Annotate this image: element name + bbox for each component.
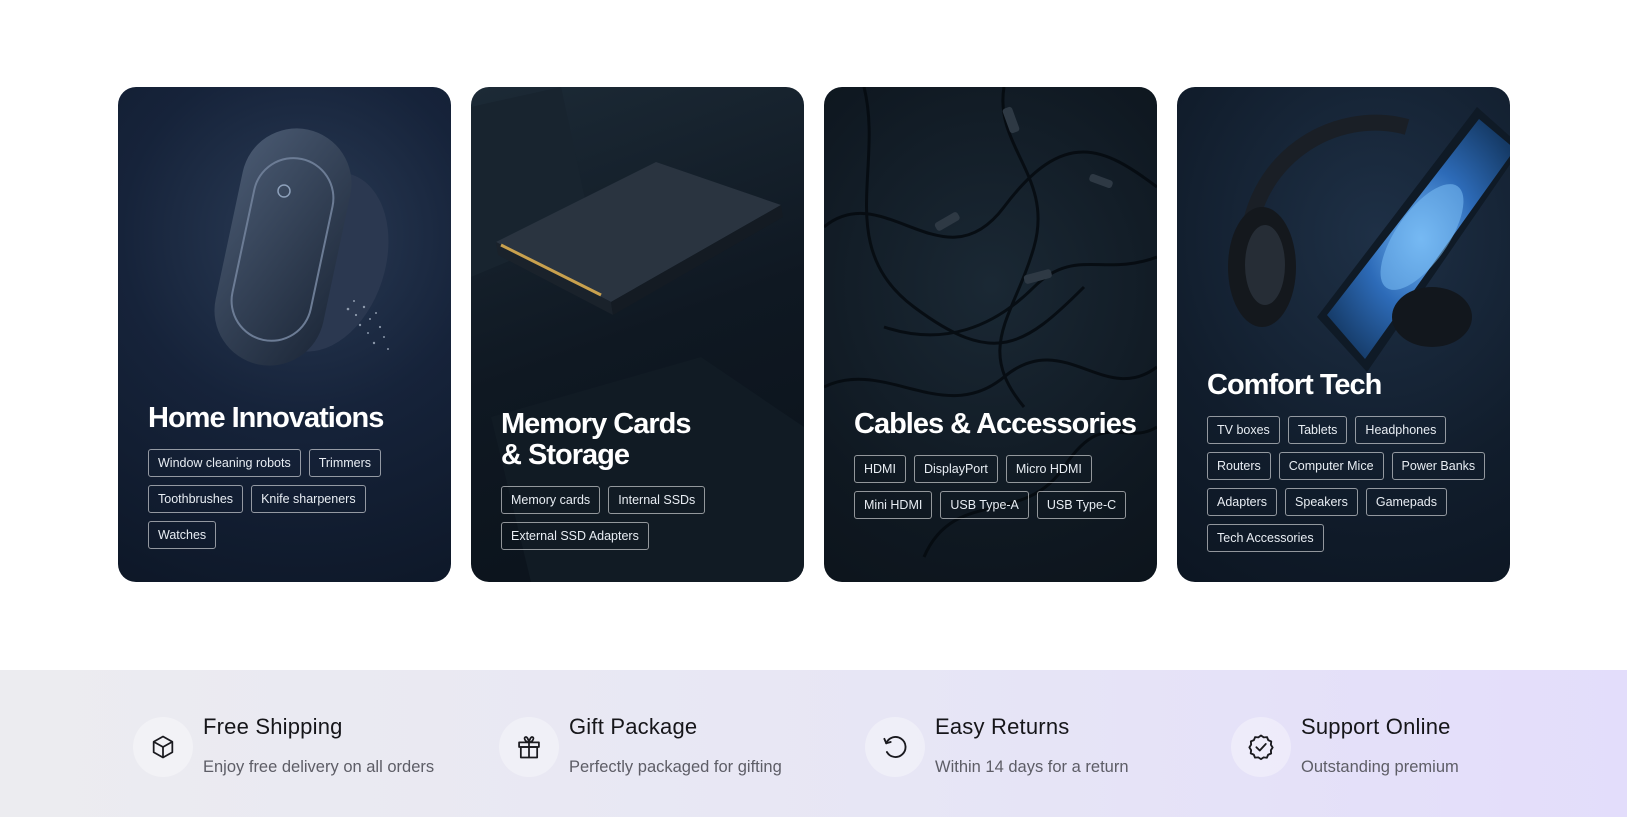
- card-content: Home Innovations Window cleaning robots …: [148, 403, 431, 549]
- card-title: Comfort Tech: [1207, 369, 1382, 401]
- tag-external-ssd-adapters[interactable]: External SSD Adapters: [501, 522, 649, 550]
- tag-adapters[interactable]: Adapters: [1207, 488, 1278, 516]
- tag-headphones[interactable]: Headphones: [1355, 416, 1447, 444]
- check-badge-icon: [1231, 717, 1291, 777]
- category-card-comfort-tech[interactable]: Comfort Tech TV boxes Tablets Headphones…: [1177, 87, 1510, 582]
- card-content: Cables & Accessories HDMI DisplayPort Mi…: [854, 409, 1137, 519]
- feature-title: Easy Returns: [935, 714, 1070, 739]
- feature-subtitle: Perfectly packaged for gifting: [569, 758, 782, 776]
- tag-computer-mice[interactable]: Computer Mice: [1278, 452, 1384, 480]
- tag-mini-hdmi[interactable]: Mini HDMI: [854, 491, 933, 519]
- tag-displayport[interactable]: DisplayPort: [913, 455, 998, 483]
- tag-window-cleaning-robots[interactable]: Window cleaning robots: [148, 449, 301, 477]
- feature-subtitle: Outstanding premium: [1301, 758, 1459, 776]
- card-content: Memory Cards & Storage Memory cards Inte…: [501, 409, 784, 550]
- tag-memory-cards[interactable]: Memory cards: [501, 486, 601, 514]
- tag-power-banks[interactable]: Power Banks: [1391, 452, 1486, 480]
- feature-subtitle: Within 14 days for a return: [935, 758, 1129, 776]
- gift-icon: [499, 717, 559, 777]
- tag-routers[interactable]: Routers: [1207, 452, 1271, 480]
- feature-title: Free Shipping: [203, 714, 343, 739]
- tag-list: Memory cards Internal SSDs External SSD …: [501, 486, 751, 550]
- tag-speakers[interactable]: Speakers: [1285, 488, 1358, 516]
- tag-tech-accessories[interactable]: Tech Accessories: [1207, 524, 1324, 552]
- features-bar: Free Shipping Enjoy free delivery on all…: [0, 670, 1627, 817]
- tag-internal-ssds[interactable]: Internal SSDs: [608, 486, 706, 514]
- return-icon: [865, 717, 925, 777]
- card-title: Home Innovations: [148, 402, 384, 434]
- tag-gamepads[interactable]: Gamepads: [1365, 488, 1447, 516]
- tag-knife-sharpeners[interactable]: Knife sharpeners: [251, 485, 366, 513]
- category-cards: Home Innovations Window cleaning robots …: [118, 87, 1510, 582]
- tag-list: HDMI DisplayPort Micro HDMI Mini HDMI US…: [854, 455, 1144, 519]
- category-card-memory-storage[interactable]: Memory Cards & Storage Memory cards Inte…: [471, 87, 804, 582]
- card-title: Memory Cards & Storage: [501, 408, 691, 471]
- tag-micro-hdmi[interactable]: Micro HDMI: [1005, 455, 1092, 483]
- feature-title: Support Online: [1301, 714, 1451, 739]
- tag-list: TV boxes Tablets Headphones Routers Comp…: [1207, 416, 1497, 552]
- card-content: Comfort Tech TV boxes Tablets Headphones…: [1207, 370, 1490, 552]
- tag-usb-type-c[interactable]: USB Type-C: [1036, 491, 1127, 519]
- tag-tv-boxes[interactable]: TV boxes: [1207, 416, 1280, 444]
- feature-subtitle: Enjoy free delivery on all orders: [203, 758, 435, 776]
- tag-tablets[interactable]: Tablets: [1287, 416, 1348, 444]
- tag-watches[interactable]: Watches: [148, 521, 217, 549]
- box-icon: [133, 717, 193, 777]
- feature-title: Gift Package: [569, 714, 698, 739]
- tag-trimmers[interactable]: Trimmers: [308, 449, 382, 477]
- category-card-cables[interactable]: Cables & Accessories HDMI DisplayPort Mi…: [824, 87, 1157, 582]
- tag-toothbrushes[interactable]: Toothbrushes: [148, 485, 244, 513]
- tag-usb-type-a[interactable]: USB Type-A: [940, 491, 1029, 519]
- tag-hdmi[interactable]: HDMI: [854, 455, 906, 483]
- tag-list: Window cleaning robots Trimmers Toothbru…: [148, 449, 398, 549]
- card-title: Cables & Accessories: [854, 408, 1137, 440]
- category-card-home-innovations[interactable]: Home Innovations Window cleaning robots …: [118, 87, 451, 582]
